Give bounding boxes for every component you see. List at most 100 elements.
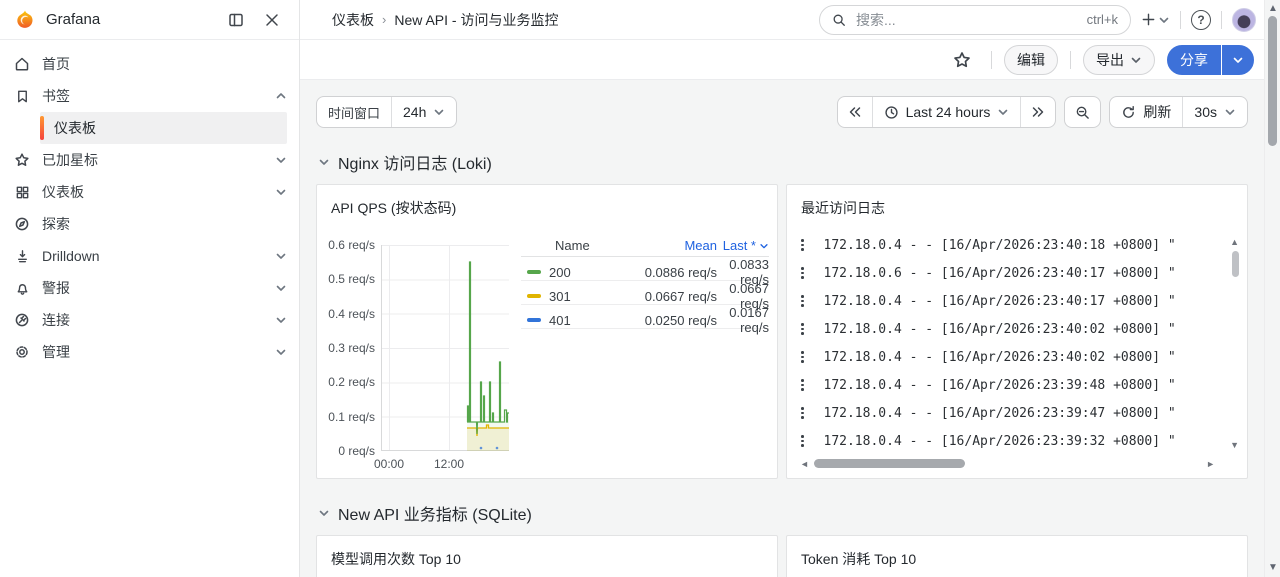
bell-icon bbox=[14, 280, 30, 296]
time-range-control: Last 24 hours bbox=[837, 96, 1057, 128]
dock-sidebar-icon[interactable] bbox=[223, 7, 249, 33]
sidebar-item-label: 仪表板 bbox=[54, 118, 96, 138]
refresh-interval-dropdown[interactable]: 30s bbox=[1182, 97, 1247, 127]
legend-header-last[interactable]: Last * bbox=[717, 238, 769, 253]
row-menu-icon[interactable] bbox=[795, 351, 810, 363]
dashboard-controls: 时间窗口 24h Last 24 hours bbox=[316, 96, 1248, 128]
new-button[interactable] bbox=[1141, 12, 1170, 27]
legend-row[interactable]: 401 0.0250 req/s 0.0167 req/s bbox=[521, 305, 769, 329]
legend-row[interactable]: 200 0.0886 req/s 0.0833 req/s bbox=[521, 257, 769, 281]
scroll-up-icon[interactable]: ▲ bbox=[1230, 238, 1239, 247]
panel-model-calls-top10: 模型调用次数 Top 10 bbox=[316, 535, 778, 577]
y-axis-tick: 0.6 req/s bbox=[319, 238, 375, 252]
page-scrollbar[interactable]: ▲ ▼ bbox=[1264, 0, 1280, 577]
search-input[interactable] bbox=[854, 11, 1079, 29]
sidebar-item-connections[interactable]: 连接 bbox=[0, 304, 299, 336]
scroll-left-icon[interactable]: ◄ bbox=[800, 460, 809, 469]
row-nginx-header[interactable]: Nginx 访问日志 (Loki) bbox=[318, 150, 1248, 174]
series-swatch bbox=[527, 318, 541, 322]
favorite-star-icon[interactable] bbox=[953, 51, 971, 69]
row-newapi-header[interactable]: New API 业务指标 (SQLite) bbox=[318, 501, 1248, 525]
share-button[interactable]: 分享 bbox=[1167, 45, 1221, 75]
sidebar-item-drilldown[interactable]: Drilldown bbox=[0, 240, 299, 272]
log-row[interactable]: 172.18.0.4 - - [16/Apr/2026:23:39:32 +08… bbox=[795, 427, 1219, 455]
panel-title[interactable]: 模型调用次数 Top 10 bbox=[331, 549, 461, 569]
page-scroll-up-icon[interactable]: ▲ bbox=[1268, 4, 1278, 14]
user-avatar[interactable] bbox=[1232, 8, 1256, 32]
time-shift-back-button[interactable] bbox=[838, 97, 872, 127]
y-axis-tick: 0.2 req/s bbox=[319, 375, 375, 389]
log-row[interactable]: 172.18.0.4 - - [16/Apr/2026:23:39:48 +08… bbox=[795, 371, 1219, 399]
sidebar-item-bookmark-dashboards[interactable]: 仪表板 bbox=[40, 112, 287, 144]
log-row[interactable]: 172.18.0.4 - - [16/Apr/2026:23:40:17 +08… bbox=[795, 287, 1219, 315]
sidebar-item-label: 管理 bbox=[42, 342, 263, 362]
legend-row[interactable]: 301 0.0667 req/s 0.0667 req/s bbox=[521, 281, 769, 305]
log-row[interactable]: 172.18.0.4 - - [16/Apr/2026:23:40:02 +08… bbox=[795, 343, 1219, 371]
time-range-picker[interactable]: Last 24 hours bbox=[872, 97, 1021, 127]
share-menu-button[interactable] bbox=[1222, 45, 1254, 75]
row-menu-icon[interactable] bbox=[795, 407, 810, 419]
export-button[interactable]: 导出 bbox=[1083, 45, 1155, 75]
zoom-out-button[interactable] bbox=[1065, 97, 1100, 127]
edit-button[interactable]: 编辑 bbox=[1004, 45, 1058, 75]
sidebar-item-dashboards[interactable]: 仪表板 bbox=[0, 176, 299, 208]
sidebar-item-alerting[interactable]: 警报 bbox=[0, 272, 299, 304]
log-row[interactable]: 172.18.0.4 - - [16/Apr/2026:23:39:47 +08… bbox=[795, 399, 1219, 427]
drilldown-icon bbox=[14, 248, 30, 264]
sidebar-nav: 首页 书签 仪表板 已加星标 bbox=[0, 40, 299, 368]
refresh-icon bbox=[1121, 105, 1136, 120]
sidebar-item-administration[interactable]: 管理 bbox=[0, 336, 299, 368]
row-menu-icon[interactable] bbox=[795, 435, 810, 447]
sidebar-item-label: 探索 bbox=[42, 214, 287, 234]
panel-token-usage-top10: Token 消耗 Top 10 bbox=[786, 535, 1248, 577]
vertical-scrollbar-thumb[interactable] bbox=[1232, 251, 1239, 277]
search-shortcut: ctrl+k bbox=[1087, 12, 1118, 27]
panel-title[interactable]: API QPS (按状态码) bbox=[331, 198, 456, 218]
sidebar-item-explore[interactable]: 探索 bbox=[0, 208, 299, 240]
zoom-out-icon bbox=[1075, 105, 1090, 120]
legend-header-mean[interactable]: Mean bbox=[609, 238, 717, 253]
page-scroll-down-icon[interactable]: ▼ bbox=[1268, 563, 1278, 573]
variable-value-dropdown[interactable]: 24h bbox=[391, 97, 456, 127]
time-shift-forward-button[interactable] bbox=[1020, 97, 1055, 127]
sidebar-item-label: Drilldown bbox=[42, 248, 263, 264]
qps-plot-area[interactable] bbox=[381, 245, 509, 451]
row-menu-icon[interactable] bbox=[795, 267, 810, 279]
log-row[interactable]: 172.18.0.4 - - [16/Apr/2026:23:40:02 +08… bbox=[795, 315, 1219, 343]
row-menu-icon[interactable] bbox=[795, 295, 810, 307]
divider bbox=[991, 51, 992, 69]
row-menu-icon[interactable] bbox=[795, 323, 810, 335]
legend-header-name[interactable]: Name bbox=[521, 238, 609, 253]
sidebar-item-starred[interactable]: 已加星标 bbox=[0, 144, 299, 176]
search-box[interactable]: ctrl+k bbox=[819, 5, 1131, 35]
close-sidebar-icon[interactable] bbox=[259, 7, 285, 33]
apps-grid-icon bbox=[14, 184, 30, 200]
sidebar-item-bookmarks[interactable]: 书签 bbox=[0, 80, 299, 112]
horizontal-scrollbar-thumb[interactable] bbox=[814, 459, 965, 468]
row-menu-icon[interactable] bbox=[795, 379, 810, 391]
log-row[interactable]: 172.18.0.6 - - [16/Apr/2026:23:40:17 +08… bbox=[795, 259, 1219, 287]
y-axis-tick: 0.1 req/s bbox=[319, 410, 375, 424]
grafana-logo-icon bbox=[14, 9, 36, 31]
panel-title[interactable]: Token 消耗 Top 10 bbox=[801, 549, 916, 569]
chevron-down-icon bbox=[1130, 54, 1142, 66]
row-menu-icon[interactable] bbox=[795, 239, 810, 251]
refresh-button[interactable]: 刷新 bbox=[1110, 97, 1182, 127]
sidebar-item-label: 仪表板 bbox=[42, 182, 263, 202]
clock-icon bbox=[884, 105, 899, 120]
breadcrumb-current: New API - 访问与业务监控 bbox=[394, 10, 558, 30]
scroll-down-icon[interactable]: ▼ bbox=[1230, 441, 1239, 450]
dashboard-actionbar: 编辑 导出 分享 bbox=[300, 40, 1264, 80]
scroll-right-icon[interactable]: ► bbox=[1206, 460, 1215, 469]
sidebar-item-label: 书签 bbox=[42, 86, 263, 106]
page-scrollbar-thumb[interactable] bbox=[1268, 16, 1277, 146]
help-icon[interactable]: ? bbox=[1191, 10, 1211, 30]
breadcrumb-parent[interactable]: 仪表板 bbox=[332, 10, 374, 30]
log-list: 172.18.0.4 - - [16/Apr/2026:23:40:18 +08… bbox=[795, 231, 1219, 455]
home-icon bbox=[14, 56, 30, 72]
sidebar-item-home[interactable]: 首页 bbox=[0, 48, 299, 80]
log-row[interactable]: 172.18.0.4 - - [16/Apr/2026:23:40:18 +08… bbox=[795, 231, 1219, 259]
divider bbox=[1180, 11, 1181, 29]
panel-title[interactable]: 最近访问日志 bbox=[801, 198, 885, 218]
chevron-down-icon bbox=[275, 250, 287, 262]
